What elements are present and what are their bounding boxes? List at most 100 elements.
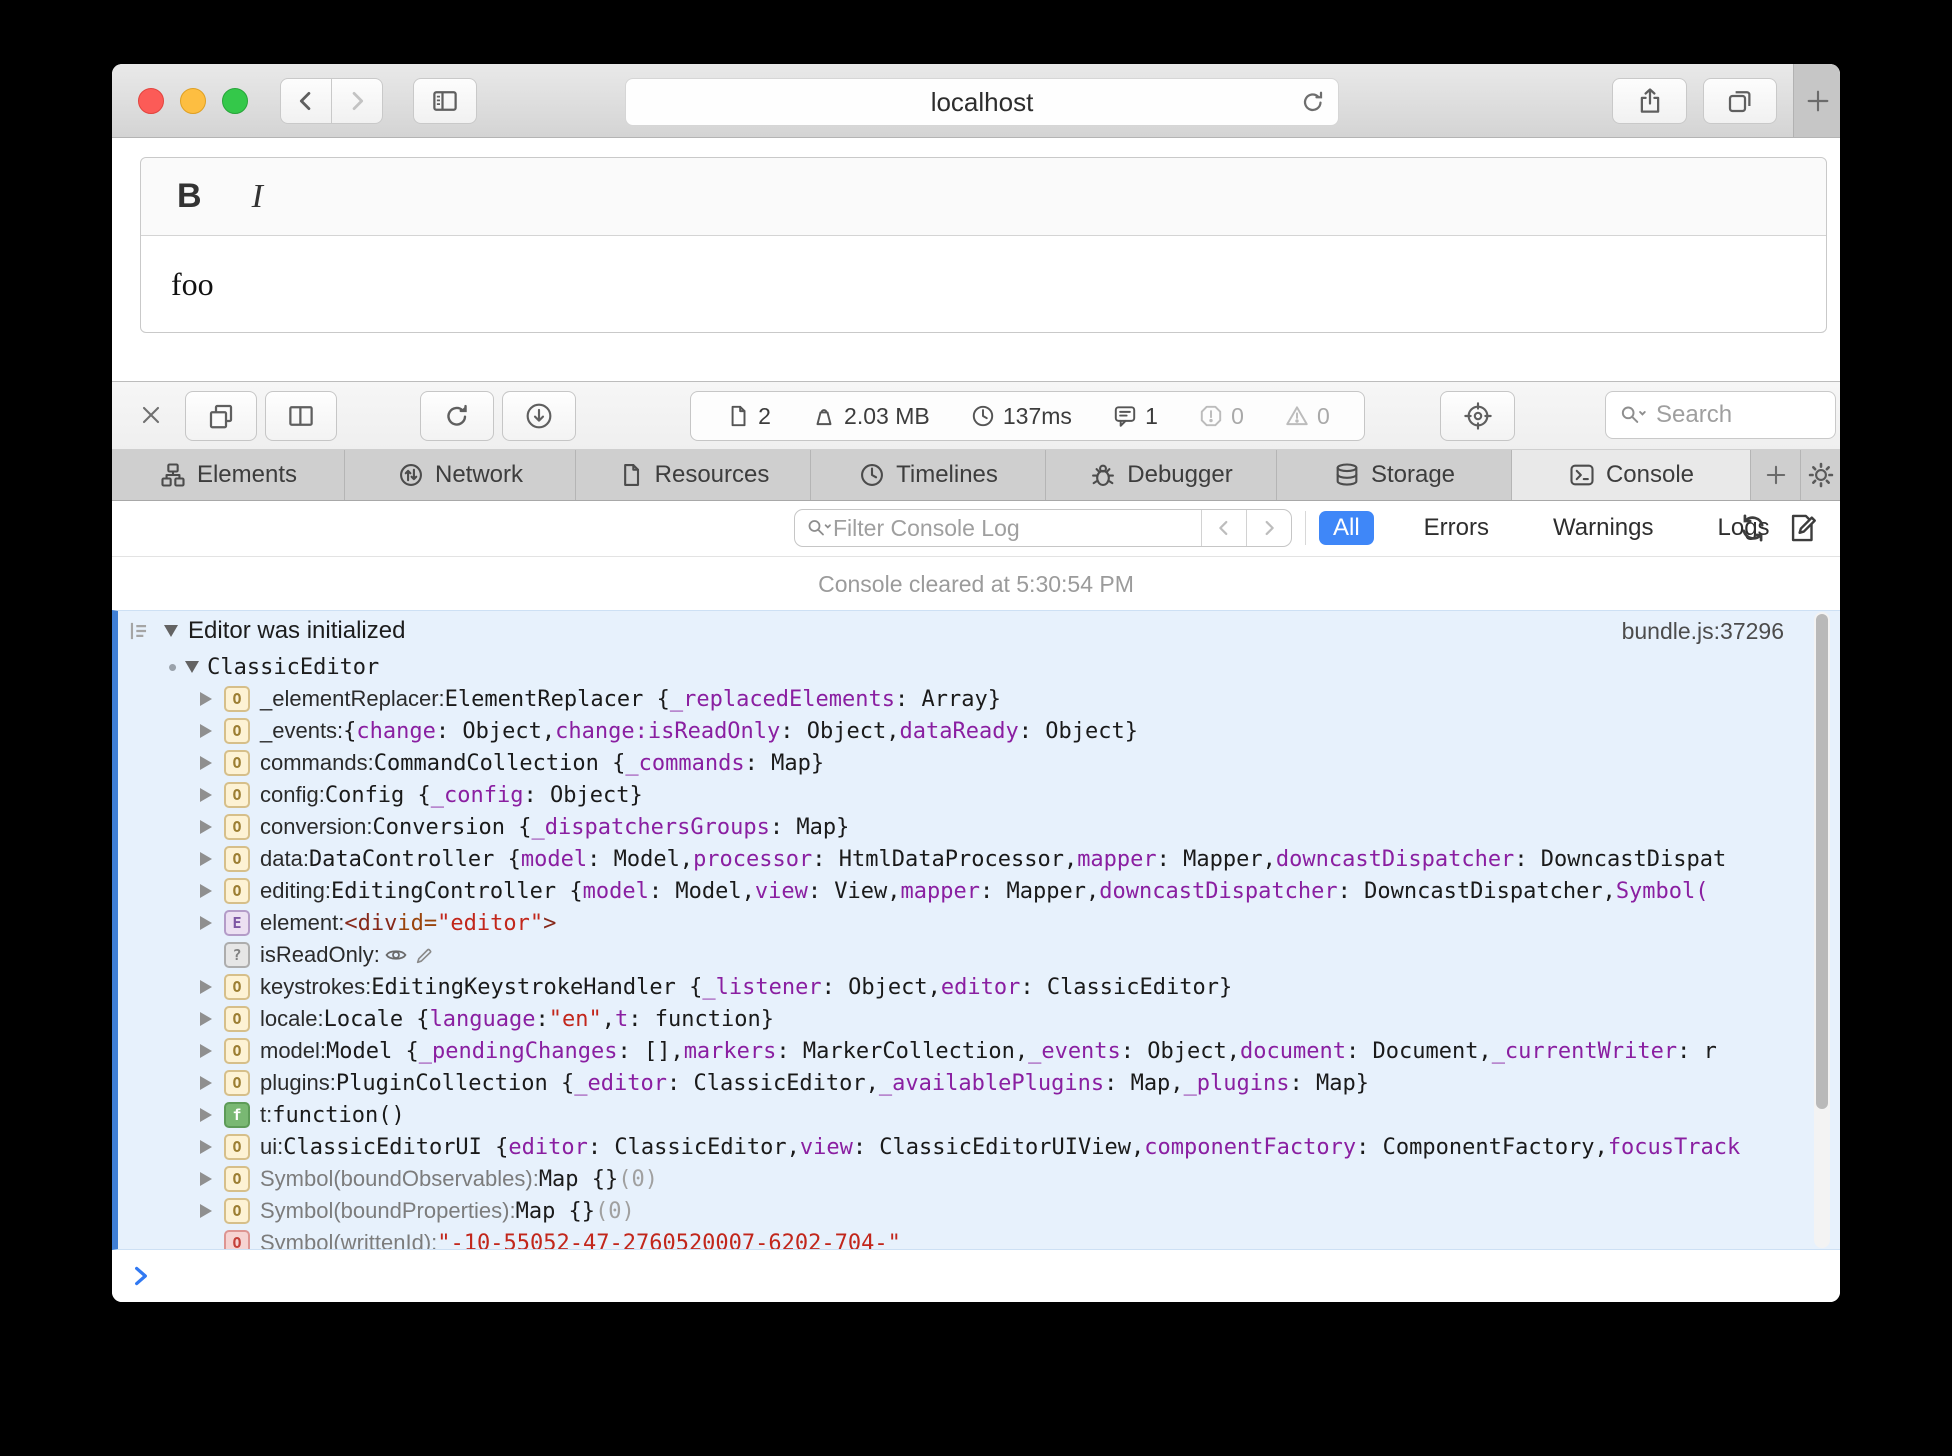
stat-bubble[interactable]: 1 [1112, 403, 1158, 430]
disclosure-right-icon[interactable] [200, 1108, 224, 1122]
console-property-row[interactable]: Ocommands: CommandCollection {_commands:… [118, 747, 1840, 779]
share-button[interactable] [1612, 78, 1687, 124]
stat-document[interactable]: 2 [725, 403, 771, 430]
console-property-row[interactable]: Olocale: Locale {language: "en", t: func… [118, 1003, 1840, 1035]
forward-button[interactable] [332, 77, 383, 124]
disclosure-right-icon[interactable] [200, 980, 224, 994]
tab-debugger[interactable]: Debugger [1046, 450, 1277, 500]
reload-page-button[interactable] [420, 391, 494, 441]
tab-console[interactable]: Console [1512, 450, 1751, 500]
disclosure-right-icon[interactable] [200, 916, 224, 930]
console-property-row[interactable]: Omodel: Model {_pendingChanges: [], mark… [118, 1035, 1840, 1067]
previous-result-button[interactable] [1201, 510, 1246, 546]
sidebar-toggle-button[interactable] [413, 77, 477, 124]
next-result-button[interactable] [1246, 510, 1291, 546]
disclosure-right-icon[interactable] [200, 884, 224, 898]
console-property-row[interactable]: O Symbol(boundProperties): Map {} (0) [118, 1195, 1840, 1227]
disclosure-right-icon[interactable] [200, 1172, 224, 1186]
console-property-row[interactable]: Oconfig: Config {_config: Object} [118, 779, 1840, 811]
disclosure-right-icon[interactable] [200, 852, 224, 866]
console-property-row[interactable]: O _elementReplacer: ElementReplacer {_rep… [118, 683, 1840, 715]
disclosure-right-icon[interactable] [200, 756, 224, 770]
tab-elements[interactable]: Elements [112, 450, 345, 500]
filter-level-errors[interactable]: Errors [1410, 511, 1503, 545]
clear-console-button[interactable] [1786, 511, 1820, 545]
console-property-row[interactable]: ? isReadOnly: [118, 939, 1840, 971]
download-web-archive-button[interactable] [502, 391, 576, 441]
type-badge-object: O [224, 1198, 250, 1224]
console-property-row[interactable]: Oui: ClassicEditorUI {editor: ClassicEdi… [118, 1131, 1840, 1163]
disclosure-right-icon[interactable] [200, 724, 224, 738]
property-text: config: Config {_config: Object} [260, 782, 643, 808]
element-picker-button[interactable] [1440, 391, 1515, 441]
dock-side-button[interactable] [265, 391, 337, 441]
console-property-row[interactable]: Eelement: <div id= "editor" > [118, 907, 1840, 939]
close-window-button[interactable] [138, 87, 164, 114]
console-property-row[interactable]: Okeystrokes: EditingKeystrokeHandler {_l… [118, 971, 1840, 1003]
stat-warning-triangle[interactable]: 0 [1284, 403, 1330, 430]
disclosure-right-icon[interactable] [200, 1044, 224, 1058]
disclosure-right-icon[interactable] [200, 692, 224, 706]
tab-storage[interactable]: Storage [1277, 450, 1512, 500]
filter-level-all[interactable]: All [1319, 511, 1374, 545]
console-property-row[interactable]: Oplugins: PluginCollection {_editor: Cla… [118, 1067, 1840, 1099]
detach-devtools-button[interactable] [185, 391, 257, 441]
debugger-icon [1092, 464, 1115, 486]
address-bar[interactable]: localhost [625, 78, 1339, 126]
stat-weight[interactable]: 2.03 MB [811, 403, 930, 430]
bold-button[interactable]: B [169, 177, 210, 216]
disclosure-right-icon[interactable] [200, 1012, 224, 1026]
console-property-row[interactable]: O _events: {change: Object, change:isRead… [118, 715, 1840, 747]
tab-network[interactable]: Network [345, 450, 576, 500]
console-prompt[interactable] [128, 1263, 154, 1289]
disclosure-down-icon[interactable] [185, 661, 200, 673]
close-devtools-button[interactable] [132, 396, 170, 434]
console-output-area[interactable]: Console cleared at 5:30:54 PM Editor was… [112, 557, 1840, 1302]
tab-label: Debugger [1127, 461, 1233, 488]
console-property-row[interactable]: Oediting: EditingController {model: Mode… [118, 875, 1840, 907]
dock-side-icon [289, 406, 313, 426]
resource-stats-bar[interactable]: 2 2.03 MB 137ms 1 0 0 [690, 391, 1365, 441]
minimize-window-button[interactable] [180, 87, 206, 114]
console-property-row[interactable]: O Symbol(writtenId): "-10-55052-47-276052… [118, 1227, 1840, 1249]
tab-label: Timelines [896, 461, 998, 488]
stat-clock[interactable]: 137ms [970, 403, 1072, 430]
devtools-settings-button[interactable] [1801, 450, 1840, 500]
new-tab-button[interactable] [1793, 64, 1840, 137]
editor-content-area[interactable]: foo [141, 236, 1826, 332]
tab-timelines[interactable]: Timelines [811, 450, 1046, 500]
property-text: data: DataController {model: Model, proc… [260, 846, 1727, 872]
getter-setter-icons[interactable] [384, 943, 436, 967]
italic-button[interactable]: I [244, 178, 271, 216]
disclosure-right-icon[interactable] [200, 820, 224, 834]
document-icon [731, 405, 746, 427]
console-property-row[interactable]: f t: function() [118, 1099, 1840, 1131]
disclosure-right-icon[interactable] [200, 1140, 224, 1154]
console-property-row[interactable]: O Symbol(boundObservables): Map {} (0) [118, 1163, 1840, 1195]
tab-overview-button[interactable] [1703, 78, 1777, 124]
stat-error-octagon[interactable]: 0 [1198, 403, 1244, 430]
log-entry-header[interactable]: Editor was initialized bundle.js:37296 [118, 611, 1840, 651]
property-text: Symbol(boundProperties): Map {} (0) [260, 1198, 635, 1224]
preserve-log-button[interactable] [1736, 511, 1770, 545]
property-text: Symbol(boundObservables): Map {} (0) [260, 1166, 659, 1192]
add-tab-button[interactable] [1751, 450, 1801, 500]
log-source-link[interactable]: bundle.js:37296 [1622, 618, 1784, 645]
property-text: ui: ClassicEditorUI {editor: ClassicEdit… [260, 1134, 1741, 1160]
console-property-row[interactable]: Oconversion: Conversion {_dispatchersGro… [118, 811, 1840, 843]
reload-button[interactable] [1298, 87, 1328, 117]
filter-level-warnings[interactable]: Warnings [1539, 511, 1667, 545]
disclosure-down-icon[interactable] [164, 625, 178, 637]
disclosure-right-icon[interactable] [200, 788, 224, 802]
scrollbar-thumb[interactable] [1816, 614, 1828, 1109]
console-property-row[interactable]: Odata: DataController {model: Model, pro… [118, 843, 1840, 875]
object-root-row[interactable]: • ClassicEditor [118, 651, 1840, 683]
disclosure-right-icon[interactable] [200, 1204, 224, 1218]
tab-label: Network [434, 461, 524, 488]
filter-console-log-field[interactable]: Filter Console Log [794, 509, 1292, 547]
disclosure-right-icon[interactable] [200, 1076, 224, 1090]
back-button[interactable] [280, 77, 332, 124]
zoom-window-button[interactable] [222, 87, 248, 114]
devtools-search-field[interactable]: Search [1605, 391, 1836, 439]
tab-resources[interactable]: Resources [576, 450, 811, 500]
